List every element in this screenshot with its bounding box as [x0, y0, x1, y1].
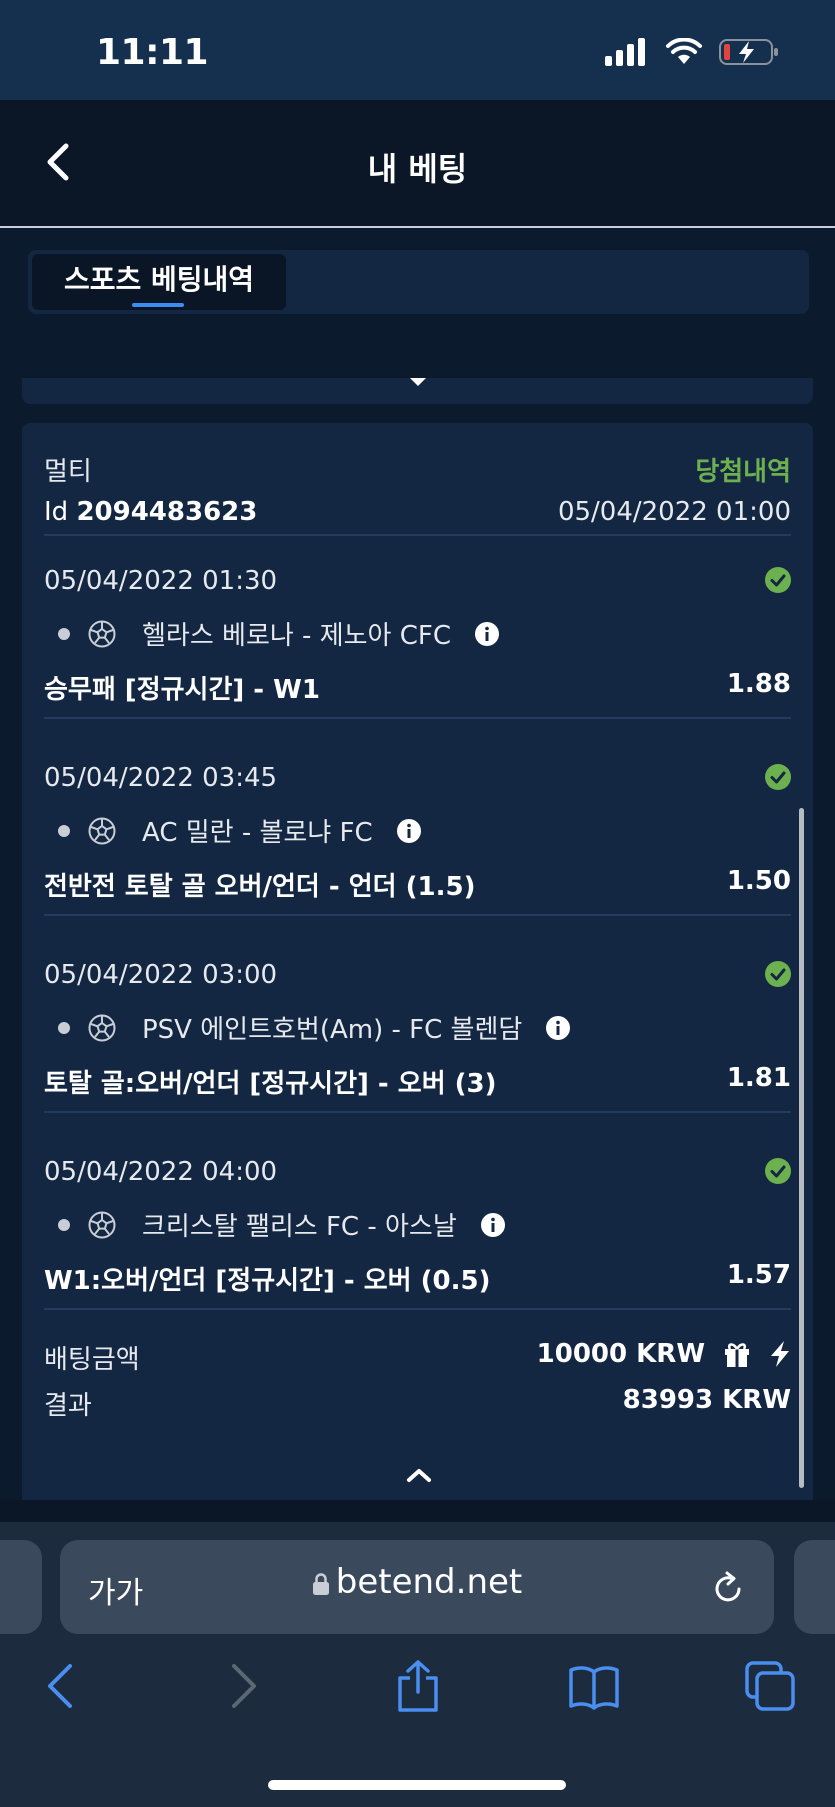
stake-value: 10000 KRW	[536, 1339, 705, 1369]
selection-market: 전반전 토탈 골 오버/언더 - 언더 (1.5)	[44, 872, 476, 902]
scrollbar[interactable]	[799, 808, 804, 1488]
wifi-icon	[666, 38, 702, 64]
bullet-icon	[58, 1218, 70, 1231]
info-icon[interactable]	[480, 1212, 505, 1237]
browser-forward-icon[interactable]	[216, 1660, 268, 1712]
browser-toolbar: 가가 betend.net	[0, 1500, 835, 1807]
status-bar: 11:11	[0, 0, 835, 100]
check-circle-icon	[765, 961, 791, 987]
bookmarks-icon[interactable]	[568, 1660, 620, 1712]
stake-value-row: 10000 KRW	[537, 1339, 791, 1369]
selection-odds: 1.81	[726, 1063, 791, 1093]
bet-id-label: Id	[44, 497, 69, 527]
reload-icon[interactable]	[710, 1568, 746, 1606]
home-indicator	[268, 1780, 566, 1790]
page-title: 내 베팅	[367, 150, 468, 188]
divider	[44, 1111, 791, 1113]
chevron-down-icon[interactable]	[408, 376, 428, 388]
bullet-icon	[58, 1021, 70, 1034]
lightning-icon	[771, 1341, 789, 1367]
status-icons	[605, 38, 779, 66]
collapsed-bet-card[interactable]	[22, 318, 813, 404]
url-display: betend.net	[60, 1562, 774, 1602]
tab-label: 스포츠 베팅내역	[63, 263, 255, 296]
gift-icon	[725, 1343, 749, 1367]
address-bar[interactable]: 가가 betend.net	[60, 1540, 774, 1634]
soccer-ball-icon	[88, 620, 116, 647]
check-circle-icon	[765, 567, 791, 593]
info-icon[interactable]	[474, 621, 499, 646]
soccer-ball-icon	[88, 817, 116, 844]
status-time: 11:11	[96, 32, 209, 73]
selection-odds: 1.50	[726, 866, 791, 896]
selection-odds: 1.88	[726, 669, 791, 699]
selection-event-row: 크리스탈 팰리스 FC - 아스날	[44, 1206, 791, 1243]
selection-event-row: 헬라스 베로나 - 제노아 CFC	[44, 615, 791, 652]
bet-placed-date: 05/04/2022 01:00	[557, 497, 791, 527]
check-circle-icon	[765, 1158, 791, 1184]
browser-back-icon[interactable]	[36, 1660, 88, 1712]
signal-icon	[605, 38, 645, 66]
divider	[44, 717, 791, 719]
browser-nav	[0, 1660, 835, 1724]
bullet-icon	[58, 824, 70, 837]
tab-active-indicator	[132, 303, 184, 307]
result-value: 83993 KRW	[622, 1385, 791, 1415]
soccer-ball-icon	[88, 1211, 116, 1238]
bet-id-value: 2094483623	[76, 497, 258, 527]
tab-bar: 스포츠 베팅내역	[28, 250, 809, 314]
divider	[44, 914, 791, 916]
battery-charging-icon	[719, 39, 778, 65]
selection-datetime: 05/04/2022 03:00	[44, 960, 278, 990]
selection-datetime: 05/04/2022 01:30	[44, 566, 278, 596]
next-tab-preview[interactable]	[794, 1540, 835, 1634]
browser-top-edge	[0, 1500, 835, 1522]
url-text: betend.net	[335, 1562, 523, 1602]
bullet-icon	[58, 627, 70, 640]
app-header: 내 베팅	[0, 100, 835, 228]
selection-event-row: AC 밀란 - 볼로냐 FC	[44, 812, 791, 849]
info-icon[interactable]	[546, 1015, 571, 1040]
selection-event-name: 헬라스 베로나 - 제노아 CFC	[142, 621, 451, 651]
selection-event-name: AC 밀란 - 볼로냐 FC	[142, 818, 373, 848]
bet-status-badge: 당첨내역	[695, 457, 791, 487]
lock-icon	[312, 1573, 329, 1595]
selection-event-name: 크리스탈 팰리스 FC - 아스날	[142, 1212, 457, 1242]
selection-market: 승무패 [정규시간] - W1	[44, 675, 320, 705]
selection-datetime: 05/04/2022 04:00	[44, 1157, 278, 1187]
share-icon[interactable]	[392, 1660, 444, 1712]
tabs-icon[interactable]	[744, 1660, 796, 1712]
selection-market: W1:오버/언더 [정규시간] - 오버 (0.5)	[44, 1266, 491, 1296]
divider	[44, 1308, 791, 1310]
tab-sports-bet-history[interactable]: 스포츠 베팅내역	[32, 254, 286, 310]
selection-event-row: PSV 에인트호번(Am) - FC 볼렌담	[44, 1009, 791, 1046]
selection-event-name: PSV 에인트호번(Am) - FC 볼렌담	[142, 1015, 523, 1045]
check-circle-icon	[765, 764, 791, 790]
bet-card: 멀티 당첨내역 Id 2094483623 05/04/2022 01:00 0…	[22, 423, 813, 1500]
selection-odds: 1.57	[726, 1260, 791, 1290]
soccer-ball-icon	[88, 1014, 116, 1041]
chevron-up-icon[interactable]	[406, 1467, 432, 1483]
info-icon[interactable]	[396, 818, 421, 843]
previous-tab-preview[interactable]	[0, 1540, 42, 1634]
divider	[44, 534, 791, 536]
selection-market: 토탈 골:오버/언더 [정규시간] - 오버 (3)	[44, 1069, 497, 1099]
bet-type: 멀티	[44, 457, 92, 487]
selection-datetime: 05/04/2022 03:45	[44, 763, 278, 793]
